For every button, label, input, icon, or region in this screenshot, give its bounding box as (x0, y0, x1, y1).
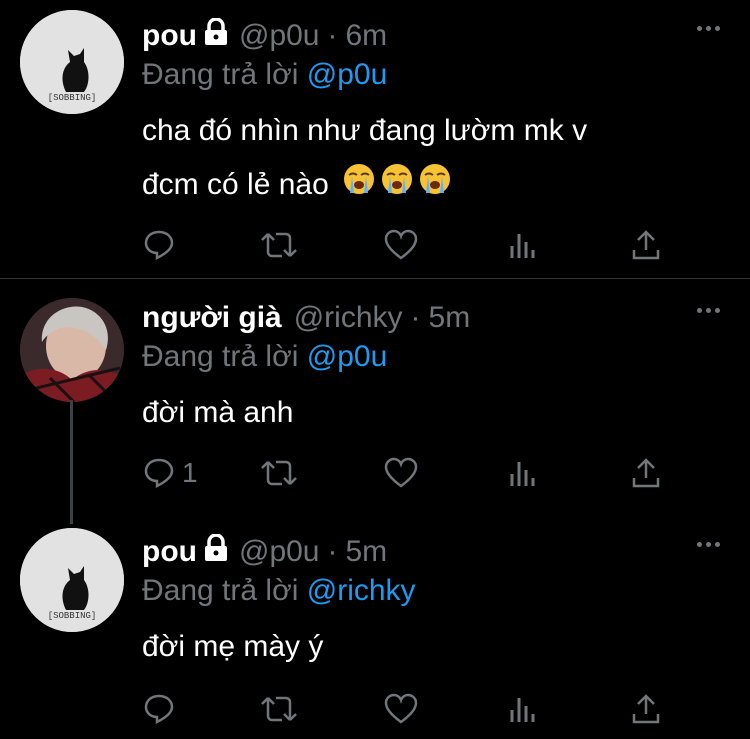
share-icon (632, 230, 660, 260)
handle[interactable]: @p0u (239, 19, 320, 53)
tweet-text: đời mà anh (142, 386, 293, 440)
display-name[interactable]: người già (142, 301, 282, 335)
more-icon[interactable] (697, 308, 720, 313)
reply-button[interactable] (142, 692, 182, 726)
tweet-actions (0, 228, 750, 268)
tweet-text-line: cha đó nhìn như đang lườm mk v (142, 114, 588, 147)
like-icon (384, 457, 418, 488)
reply-icon (144, 230, 174, 261)
separator: · (327, 535, 338, 568)
tweet-text-line-2: đcm có lẻ nào (142, 158, 587, 213)
reply-context: Đang trả lời @p0u (142, 58, 387, 92)
reply-mention[interactable]: @richky (307, 574, 416, 607)
lock-icon (203, 533, 229, 570)
reply-prefix: Đang trả lời (142, 574, 299, 607)
share-button[interactable] (630, 692, 662, 726)
separator: · (410, 301, 421, 334)
avatar-caption: [SOBBING] (48, 611, 97, 621)
analytics-button[interactable] (508, 228, 538, 262)
retweet-button[interactable] (260, 456, 298, 490)
loudly-crying-face-icon (381, 159, 413, 213)
loudly-crying-face-icon (419, 159, 451, 213)
avatar[interactable] (20, 298, 124, 402)
person-avatar-image (20, 298, 124, 402)
thread-connector-line (70, 400, 73, 524)
separator: · (327, 19, 338, 52)
cat-avatar-image: [SOBBING] (20, 528, 124, 632)
display-name[interactable]: pou (142, 19, 197, 53)
share-icon (632, 694, 660, 724)
like-button[interactable] (384, 228, 418, 262)
tweet-text-line: đời mà anh (142, 396, 294, 429)
avatar[interactable]: [SOBBING] (20, 10, 124, 114)
like-button[interactable] (384, 692, 418, 726)
reply-icon (144, 694, 174, 725)
share-button[interactable] (630, 228, 662, 262)
reply-mention[interactable]: @p0u (307, 58, 388, 91)
retweet-icon (261, 460, 297, 486)
retweet-icon (261, 696, 297, 722)
avatar[interactable]: [SOBBING] (20, 528, 124, 632)
reply-button[interactable] (142, 228, 182, 262)
share-icon (632, 458, 660, 488)
share-button[interactable] (630, 456, 662, 490)
retweet-button[interactable] (260, 692, 298, 726)
analytics-icon (510, 462, 535, 486)
tweet-text-line: đời mẹ mày ý (142, 630, 324, 663)
avatar-caption: [SOBBING] (48, 93, 97, 103)
timestamp[interactable]: 5m (346, 535, 388, 569)
like-icon (384, 693, 418, 724)
analytics-icon (510, 234, 535, 258)
handle[interactable]: @richky (294, 301, 403, 335)
handle[interactable]: @p0u (239, 535, 320, 569)
cat-avatar-image: [SOBBING] (20, 10, 124, 114)
reply-prefix: Đang trả lời (142, 58, 299, 91)
display-name[interactable]: pou (142, 535, 197, 569)
tweet-text: đời mẹ mày ý (142, 620, 323, 674)
like-icon (384, 229, 418, 260)
reply-context: Đang trả lời @p0u (142, 340, 387, 374)
reply-button[interactable]: 1 (142, 456, 198, 490)
reply-prefix: Đang trả lời (142, 340, 299, 373)
timestamp[interactable]: 5m (429, 301, 471, 335)
tweet-actions (0, 692, 750, 732)
timestamp[interactable]: 6m (346, 19, 388, 53)
tweet-header: pou @p0u · 5m (142, 532, 387, 572)
reply-count: 1 (182, 457, 198, 488)
analytics-button[interactable] (508, 692, 538, 726)
analytics-icon (510, 698, 535, 722)
tweet-text-line-content: đcm có lẻ nào (142, 168, 329, 201)
retweet-button[interactable] (260, 228, 298, 262)
analytics-button[interactable] (508, 456, 538, 490)
more-icon[interactable] (697, 26, 720, 31)
tweet-actions: 1 (0, 456, 750, 496)
more-icon[interactable] (697, 542, 720, 547)
reply-icon (144, 458, 174, 489)
tweet-header: pou @p0u · 6m (142, 16, 387, 56)
tweet-header: người già @richky · 5m (142, 298, 470, 338)
loudly-crying-face-icon (343, 159, 375, 213)
retweet-icon (261, 232, 297, 258)
like-button[interactable] (384, 456, 418, 490)
tweet-text: cha đó nhìn như đang lườm mk v đcm có lẻ… (142, 104, 587, 213)
divider (0, 278, 750, 279)
lock-icon (203, 17, 229, 54)
reply-mention[interactable]: @p0u (307, 340, 388, 373)
reply-context: Đang trả lời @richky (142, 574, 416, 608)
